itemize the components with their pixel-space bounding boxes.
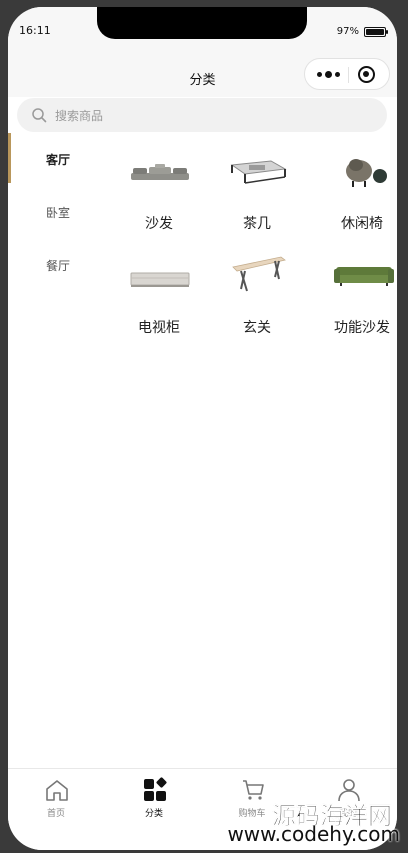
capsule-divider	[348, 67, 349, 83]
lounge-chair-thumbnail	[346, 159, 387, 187]
tab-label: 首页	[46, 809, 65, 819]
product-name: 玄关	[243, 320, 271, 336]
search-area: 搜索商品	[8, 97, 397, 133]
product-card-sofa[interactable]: 沙发	[109, 143, 209, 243]
product-card-tv-cabinet[interactable]: 电视柜	[109, 247, 209, 347]
category-sidebar: 客厅 卧室 餐厅	[8, 133, 102, 292]
active-indicator	[8, 133, 11, 183]
category-icon	[144, 777, 167, 801]
watermark: 源码海洋网 www.codehy.com	[195, 788, 408, 848]
sidebar-item-label: 卧室	[46, 206, 71, 220]
watermark-url: www.codehy.com	[227, 822, 400, 846]
notch	[97, 7, 307, 39]
product-name: 休闲椅	[341, 216, 383, 232]
product-card-lounge-chair[interactable]: 休闲椅	[312, 143, 397, 243]
product-card-green-sofa[interactable]: 功能沙发	[312, 247, 397, 347]
navigation-bar: 分类	[8, 57, 397, 97]
sofa-thumbnail	[131, 164, 189, 180]
product-name: 沙发	[145, 216, 173, 232]
sidebar-item-bedroom[interactable]: 卧室	[8, 186, 102, 239]
tv-cabinet-thumbnail	[130, 272, 190, 287]
sidebar-item-label: 餐厅	[46, 259, 71, 273]
tab-label: 分类	[144, 809, 163, 819]
sidebar-item-living-room[interactable]: 客厅	[8, 133, 102, 186]
sidebar-item-label: 客厅	[46, 153, 71, 167]
status-bar: 16:11 97%	[8, 7, 397, 57]
miniprogram-capsule	[304, 58, 390, 90]
battery-icon	[364, 27, 388, 37]
tab-home[interactable]: 首页	[26, 769, 86, 829]
status-time: 16:11	[19, 24, 51, 37]
product-card-console-table[interactable]: 玄关	[207, 247, 307, 347]
home-icon	[46, 780, 68, 801]
coffee-table-thumbnail	[230, 160, 287, 184]
search-placeholder: 搜索商品	[55, 109, 104, 123]
sidebar-item-dining-room[interactable]: 餐厅	[8, 239, 102, 292]
search-input[interactable]: 搜索商品	[17, 98, 387, 132]
search-icon	[32, 108, 47, 123]
green-sofa-thumbnail	[334, 267, 394, 286]
product-card-coffee-table[interactable]: 茶几	[207, 143, 307, 243]
battery-percentage: 97%	[336, 26, 359, 37]
product-name: 茶几	[243, 216, 271, 232]
tab-category[interactable]: 分类	[124, 769, 184, 829]
phone-screen: 16:11 97% 分类 搜索商品 客厅 卧室 餐厅 沙发 茶几 休闲椅 电视柜…	[8, 7, 397, 850]
more-menu-icon[interactable]	[317, 71, 340, 78]
console-table-thumbnail	[232, 256, 286, 292]
product-name: 电视柜	[138, 320, 180, 336]
product-name: 功能沙发	[334, 320, 390, 336]
close-miniprogram-icon[interactable]	[358, 66, 375, 83]
